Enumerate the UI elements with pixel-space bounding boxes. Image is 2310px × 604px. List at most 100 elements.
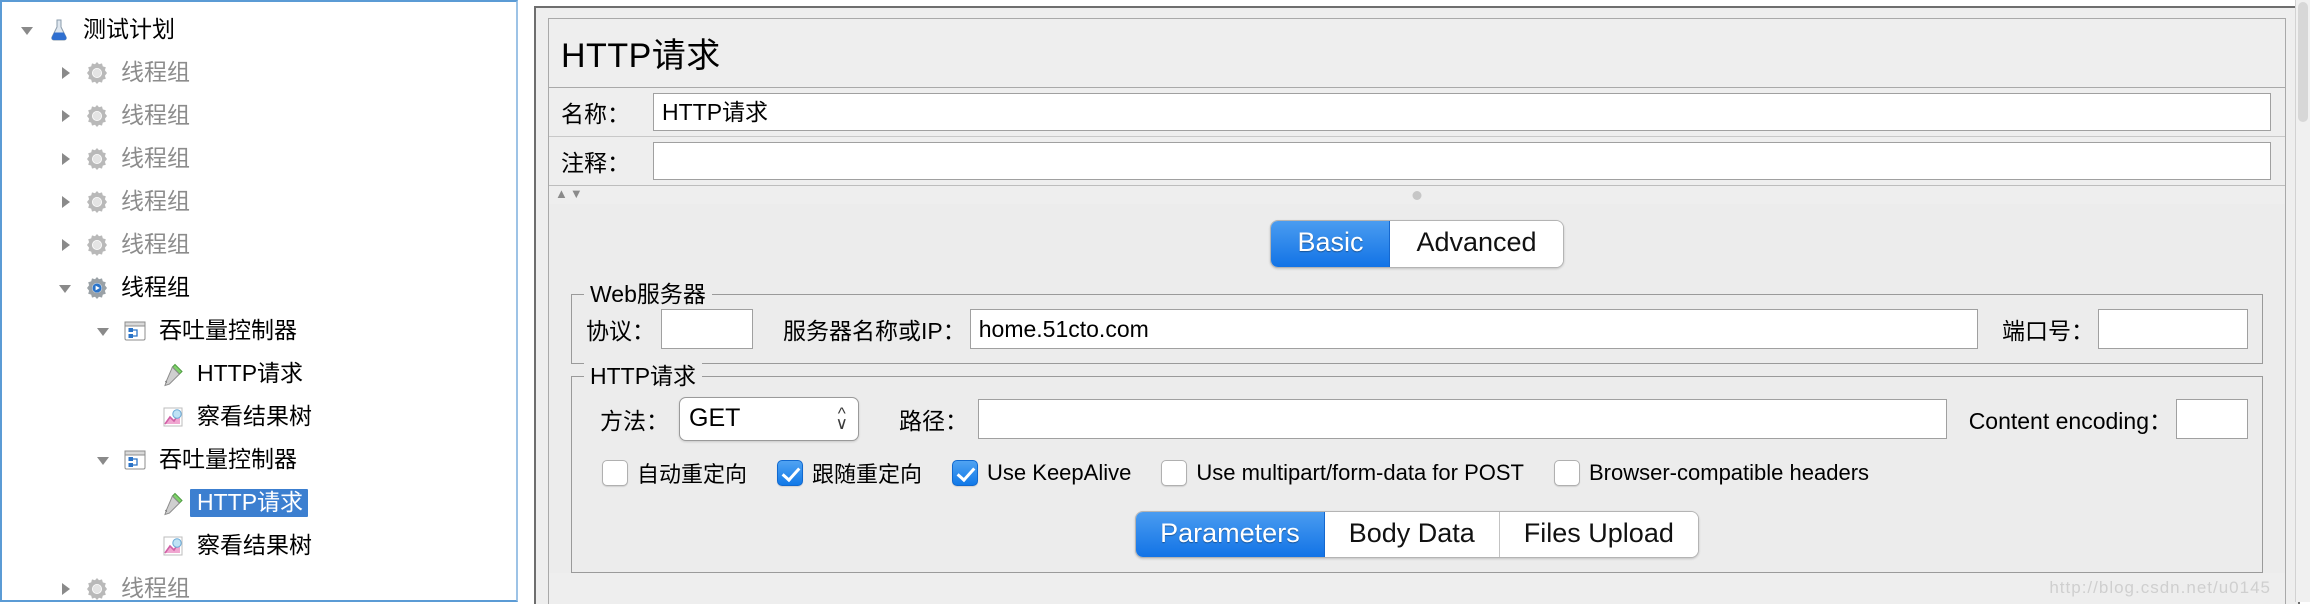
checkbox-unchecked-icon[interactable] xyxy=(1554,459,1580,486)
tree-item-label: 线程组 xyxy=(121,574,190,601)
tab-files-upload[interactable]: Files Upload xyxy=(1499,511,1698,558)
data-tabs[interactable]: Parameters Body Data Files Upload xyxy=(1135,510,1699,559)
tree-item-label: 察看结果树 xyxy=(197,402,312,429)
vertical-scrollbar[interactable] xyxy=(2295,0,2310,602)
tree-row[interactable]: 线程组 xyxy=(2,51,516,94)
twisty-collapsed-icon[interactable] xyxy=(50,193,80,211)
path-input[interactable] xyxy=(978,398,1947,439)
tree-row[interactable]: 线程组 xyxy=(2,266,516,309)
tab-body-data[interactable]: Body Data xyxy=(1324,511,1500,558)
web-server-legend: Web服务器 xyxy=(584,279,712,308)
thread-group-icon-disabled xyxy=(80,232,114,258)
checkbox-checked-icon[interactable] xyxy=(777,459,804,486)
tree-item-label: 吞吐量控制器 xyxy=(159,445,297,472)
tree-item-label: 察看结果树 xyxy=(197,531,312,558)
thread-group-icon-disabled xyxy=(80,576,114,601)
tree-item-label: 线程组 xyxy=(121,187,190,214)
checkbox-item[interactable]: Browser-compatible headers xyxy=(1554,459,1869,486)
checkbox-unchecked-icon[interactable] xyxy=(1161,459,1188,486)
twisty-expanded-icon[interactable] xyxy=(12,21,42,39)
twisty-collapsed-icon[interactable] xyxy=(50,107,80,125)
method-value: GET xyxy=(689,404,741,433)
checkbox-item[interactable]: 自动重定向 xyxy=(602,457,747,489)
http-request-panel: HTTP请求 名称： HTTP请求 注释： ▲▼ Basic Advanced … xyxy=(534,6,2300,604)
method-label: 方法： xyxy=(600,407,669,434)
path-label: 路径： xyxy=(899,407,968,434)
tree-item-label: 线程组 xyxy=(121,144,190,171)
checkbox-item[interactable]: Use multipart/form-data for POST xyxy=(1161,459,1524,486)
tree-row[interactable]: 线程组 xyxy=(2,137,516,180)
tree-row[interactable]: 线程组 xyxy=(2,567,516,601)
comment-label: 注释： xyxy=(561,150,630,176)
config-header-fields: 名称： HTTP请求 注释： xyxy=(549,87,2285,185)
checkbox-label: 跟随重定向 xyxy=(812,461,923,487)
http-sampler-icon xyxy=(156,490,190,516)
page-title: HTTP请求 xyxy=(561,37,721,75)
tree-row[interactable]: HTTP请求 xyxy=(2,481,516,524)
test-plan-tree[interactable]: 测试计划 线程组 线程组 线程组 线程组 线程组 线程组 吞吐量控制器 HTTP请求 察看结果树吞… xyxy=(2,2,516,601)
chevron-updown-icon: ^ ∨ xyxy=(835,403,848,433)
request-options-checkboxes: 自动重定向 跟随重定向 Use KeepAlive Use multipart/for… xyxy=(586,441,2248,489)
thread-group-icon xyxy=(80,275,114,301)
jmeter-window: 测试计划 线程组 线程组 线程组 线程组 线程组 线程组 吞吐量控制器 HTTP请求 察看结果树吞… xyxy=(0,0,2310,604)
tree-item-label: 线程组 xyxy=(121,58,190,85)
tree-row[interactable]: 吞吐量控制器 xyxy=(2,438,516,481)
method-path-row: 方法： GET ^ ∨ 路径： Content encoding： xyxy=(586,391,2248,441)
throughput-controller-icon xyxy=(118,318,152,344)
tree-row[interactable]: HTTP请求 xyxy=(2,352,516,395)
name-row: 名称： HTTP请求 xyxy=(549,88,2285,136)
checkbox-unchecked-icon[interactable] xyxy=(602,459,628,486)
checkbox-item[interactable]: 跟随重定向 xyxy=(777,457,922,489)
tab-advanced[interactable]: Advanced xyxy=(1390,221,1563,267)
tree-row[interactable]: 察看结果树 xyxy=(2,524,516,567)
tree-row[interactable]: 吞吐量控制器 xyxy=(2,309,516,352)
server-input[interactable]: home.51cto.com xyxy=(969,308,1978,349)
tree-item-label: 线程组 xyxy=(121,101,190,128)
checkbox-label: 自动重定向 xyxy=(637,461,748,487)
web-server-row: 协议： 服务器名称或IP： home.51cto.com 端口号： xyxy=(586,308,2248,349)
port-label: 端口号： xyxy=(2002,317,2094,344)
panel-splitter[interactable]: ▲▼ xyxy=(549,185,2285,204)
scrollbar-thumb[interactable] xyxy=(2298,2,2308,122)
method-select[interactable]: GET ^ ∨ xyxy=(679,396,859,441)
tab-parameters[interactable]: Parameters xyxy=(1136,511,1325,558)
twisty-expanded-icon[interactable] xyxy=(50,279,80,297)
comment-input[interactable] xyxy=(653,142,2271,180)
mode-tabs-container: Basic Advanced xyxy=(549,204,2285,268)
twisty-collapsed-icon[interactable] xyxy=(50,150,80,168)
basic-tab-content: Web服务器 协议： 服务器名称或IP： home.51cto.com 端口号：… xyxy=(549,267,2285,574)
twisty-expanded-icon[interactable] xyxy=(88,322,118,340)
splitter-arrows-icon[interactable]: ▲▼ xyxy=(555,187,585,201)
view-results-tree-icon xyxy=(156,533,190,559)
tree-item-label: 测试计划 xyxy=(83,15,175,42)
web-server-group: Web服务器 协议： 服务器名称或IP： home.51cto.com 端口号： xyxy=(571,279,2263,364)
twisty-expanded-icon[interactable] xyxy=(88,451,118,469)
thread-group-icon-disabled xyxy=(80,103,114,129)
checkbox-item[interactable]: Use KeepAlive xyxy=(952,459,1131,486)
tree-row[interactable]: 线程组 xyxy=(2,94,516,137)
thread-group-icon-disabled xyxy=(80,146,114,172)
tab-basic[interactable]: Basic xyxy=(1271,221,1391,267)
tree-row[interactable]: 线程组 xyxy=(2,223,516,266)
tree-row[interactable]: 线程组 xyxy=(2,180,516,223)
twisty-collapsed-icon[interactable] xyxy=(50,236,80,254)
splitter-grip-icon[interactable] xyxy=(1412,191,1422,200)
tree-row[interactable]: 察看结果树 xyxy=(2,395,516,438)
twisty-collapsed-icon[interactable] xyxy=(50,580,80,598)
checkbox-label: Use multipart/form-data for POST xyxy=(1196,459,1524,485)
protocol-input[interactable] xyxy=(661,308,753,349)
http-sampler-icon xyxy=(156,361,190,387)
tree-row[interactable]: 测试计划 xyxy=(2,8,516,51)
tree-item-label: 吞吐量控制器 xyxy=(159,316,297,343)
checkbox-checked-icon[interactable] xyxy=(952,459,979,486)
name-input[interactable]: HTTP请求 xyxy=(653,93,2271,131)
mode-tabs[interactable]: Basic Advanced xyxy=(1270,220,1564,268)
port-input[interactable] xyxy=(2098,308,2248,349)
view-results-tree-icon xyxy=(156,404,190,430)
test-plan-icon xyxy=(42,17,76,43)
test-plan-tree-panel[interactable]: 测试计划 线程组 线程组 线程组 线程组 线程组 线程组 吞吐量控制器 HTTP请求 察看结果树吞… xyxy=(0,0,518,602)
http-request-panel-inner: HTTP请求 名称： HTTP请求 注释： ▲▼ Basic Advanced … xyxy=(548,18,2286,604)
watermark-text: http://blog.csdn.net/u0145 xyxy=(2049,578,2271,597)
content-encoding-input[interactable] xyxy=(2176,398,2248,439)
twisty-collapsed-icon[interactable] xyxy=(50,64,80,82)
